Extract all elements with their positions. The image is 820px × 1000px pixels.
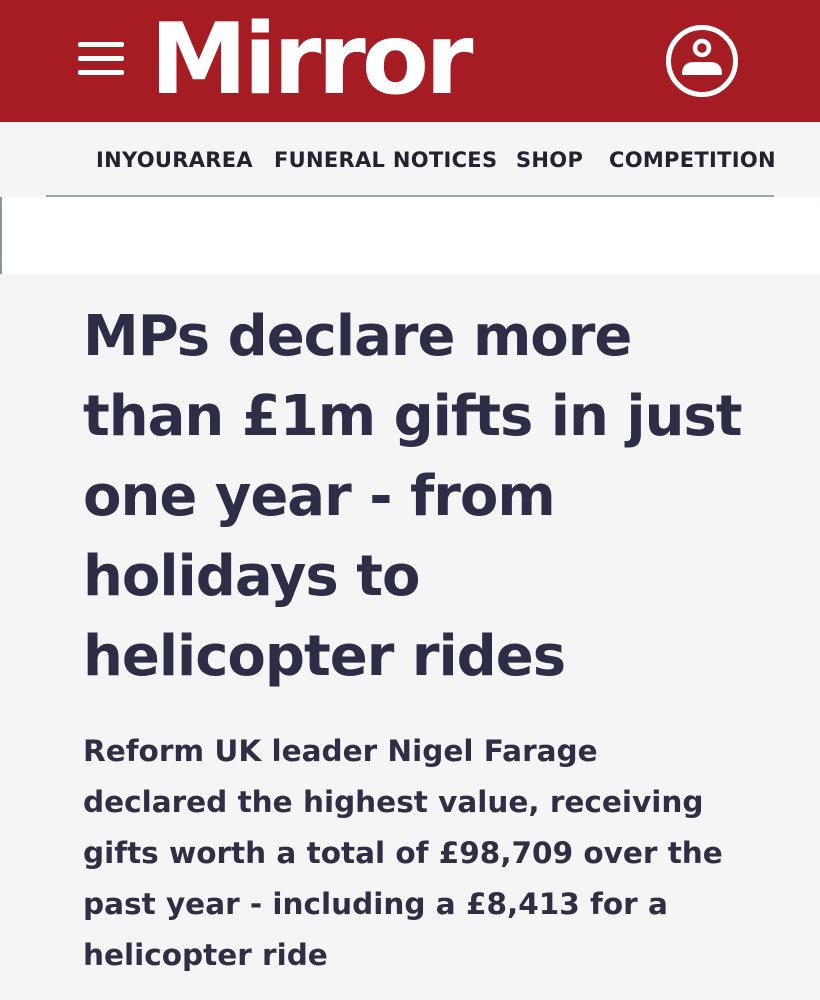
article-headline: MPs declare more than £1m gifts in just … <box>83 304 743 689</box>
ad-slot <box>0 197 820 274</box>
nav-item-inyourarea[interactable]: INYOURAREA <box>96 146 253 174</box>
site-logo[interactable]: Mirror <box>150 1 473 119</box>
menu-bar <box>78 42 124 47</box>
site-header: Mirror <box>0 0 820 122</box>
user-account-icon[interactable] <box>664 23 740 99</box>
nav-item-shop[interactable]: SHOP <box>516 146 583 174</box>
menu-bar <box>78 70 124 75</box>
ad-slot-border <box>0 197 2 274</box>
hamburger-menu-icon[interactable] <box>78 42 124 76</box>
nav-item-competition[interactable]: COMPETITION <box>609 146 776 174</box>
nav-item-funeral-notices[interactable]: FUNERAL NOTICES <box>274 146 497 174</box>
top-navigation: INYOURAREA FUNERAL NOTICES SHOP COMPETIT… <box>0 122 820 196</box>
article-standfirst: Reform UK leader Nigel Farage declared t… <box>83 734 723 972</box>
menu-bar <box>78 56 124 61</box>
